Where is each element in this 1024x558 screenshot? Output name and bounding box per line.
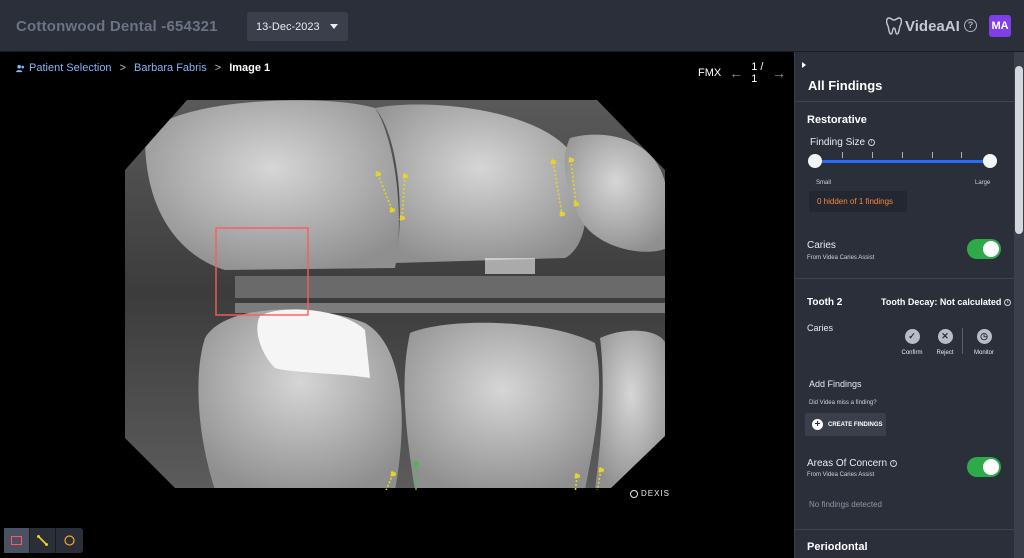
caries-label: Caries (807, 240, 836, 251)
slider-tick (872, 152, 873, 158)
create-findings-label: CREATE FINDINGS (828, 421, 883, 428)
breadcrumb-current-image: Image 1 (229, 62, 271, 74)
dexis-logo-icon (630, 489, 638, 498)
circle-tool-button[interactable] (56, 528, 82, 553)
areas-of-concern-label: Areas Of Concern i (807, 458, 898, 469)
areas-of-concern-toggle[interactable] (967, 457, 1001, 477)
rectangle-tool-button[interactable] (4, 528, 30, 553)
help-icon[interactable]: ? (964, 19, 977, 32)
create-findings-button[interactable]: + CREATE FINDINGS (805, 413, 886, 436)
breadcrumb: Patient Selection > Barbara Fabris > Ima… (16, 62, 270, 74)
info-icon[interactable]: i (1004, 299, 1012, 307)
check-icon: ✓ (904, 329, 920, 344)
restorative-section-title: Restorative (807, 114, 867, 126)
arrow-right-icon[interactable]: → (772, 65, 786, 81)
slider-tick (902, 152, 903, 158)
caries-toggle[interactable] (967, 239, 1001, 259)
breadcrumb-separator: > (119, 62, 126, 74)
divider (962, 328, 963, 354)
series-label: FMX (698, 67, 722, 79)
watermark-text: DEXIS (641, 489, 671, 498)
tooth-logo-icon (886, 17, 902, 35)
image-viewer: Patient Selection > Barbara Fabris > Ima… (0, 52, 794, 558)
info-icon[interactable]: i (868, 138, 876, 146)
slider-min-handle[interactable] (808, 154, 822, 168)
brand-logo: VideaAI (886, 15, 960, 37)
slider-tick (842, 152, 843, 158)
confirm-label: Confirm (901, 350, 923, 356)
person-icon (16, 64, 25, 72)
divider (795, 529, 1015, 530)
plus-icon: + (812, 419, 823, 430)
reject-label: Reject (936, 350, 954, 356)
arrow-left-icon[interactable]: ← (729, 65, 743, 81)
clinic-title: Cottonwood Dental -654321 (16, 18, 218, 35)
tooth-title: Tooth 2 (807, 297, 843, 308)
page-indicator: 1 / 1 (751, 61, 764, 85)
date-value: 13-Dec-2023 (256, 21, 320, 33)
avatar[interactable]: MA (989, 15, 1011, 37)
clock-icon: ◷ (976, 329, 992, 344)
breadcrumb-patient-selection[interactable]: Patient Selection (29, 62, 112, 74)
xray-image[interactable] (125, 98, 667, 490)
circle-icon (63, 535, 75, 546)
chevron-down-icon (330, 24, 338, 29)
measure-line-icon (37, 535, 48, 546)
tooth-finding-label: Caries (807, 323, 834, 333)
tooth-decay-status: Tooth Decay: Not calculated i (881, 297, 1012, 307)
rectangle-icon (11, 536, 22, 545)
hidden-findings-notice[interactable]: 0 hidden of 1 findings (809, 191, 907, 212)
close-icon: ✕ (937, 329, 953, 344)
confirm-button[interactable]: ✓ Confirm (894, 329, 930, 356)
panel-scrollbar[interactable] (1014, 52, 1024, 558)
dexis-watermark: DEXIS (630, 489, 670, 498)
toggle-knob (983, 241, 999, 257)
slider-tick (932, 152, 933, 158)
slider-min-label: Small (816, 180, 832, 186)
add-findings-question: Did Videa miss a finding? (809, 400, 877, 406)
divider (795, 101, 1015, 102)
reject-button[interactable]: ✕ Reject (927, 329, 963, 356)
collapse-panel-icon[interactable] (802, 62, 806, 68)
panel-title: All Findings (808, 78, 883, 93)
image-navigation: FMX ← 1 / 1 → (698, 61, 794, 85)
add-findings-title: Add Findings (809, 379, 862, 389)
annotation-toolbox (4, 528, 83, 553)
breadcrumb-patient-name[interactable]: Barbara Fabris (134, 62, 207, 74)
info-icon[interactable]: i (890, 459, 898, 467)
slider-max-handle[interactable] (983, 154, 997, 168)
monitor-button[interactable]: ◷ Monitor (966, 329, 1002, 356)
breadcrumb-separator: > (214, 62, 222, 74)
toggle-knob (983, 459, 999, 475)
periodontal-section-title: Periodontal (807, 541, 868, 553)
finding-size-label: Finding Size i (810, 137, 876, 148)
areas-of-concern-source: From Videa Caries Assist (807, 472, 875, 478)
measure-tool-button[interactable] (30, 528, 56, 553)
caries-source: From Videa Caries Assist (807, 255, 875, 261)
slider-max-label: Large (975, 180, 991, 186)
finding-size-slider[interactable] (813, 160, 990, 163)
slider-tick (961, 152, 962, 158)
scrollbar-thumb[interactable] (1015, 66, 1023, 234)
top-bar: Cottonwood Dental -654321 13-Dec-2023 Vi… (0, 0, 1024, 52)
no-findings-text: No findings detected (809, 500, 882, 509)
brand-name: VideaAI (905, 17, 960, 35)
findings-panel: All Findings Restorative Finding Size i S… (794, 52, 1024, 558)
date-select[interactable]: 13-Dec-2023 (247, 12, 348, 41)
monitor-label: Monitor (973, 350, 994, 356)
divider (795, 278, 1015, 279)
